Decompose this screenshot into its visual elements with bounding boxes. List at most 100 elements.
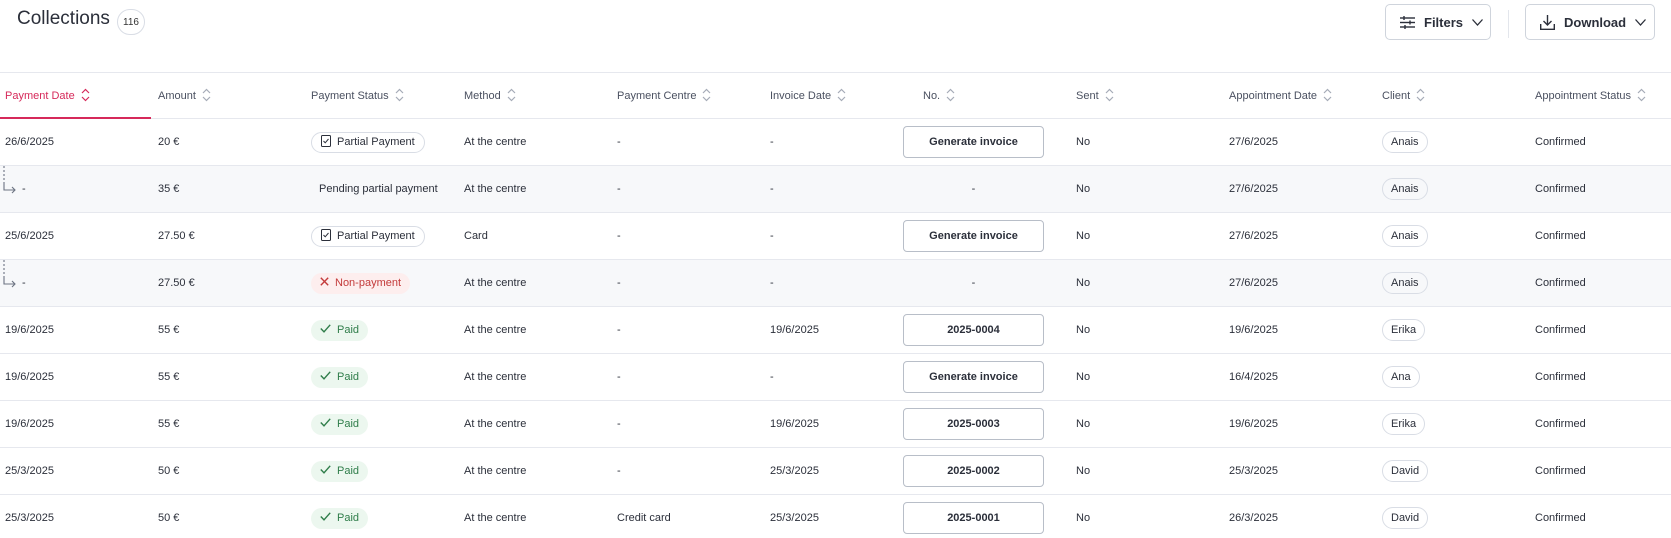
- invoice-number-button[interactable]: 2025-0002: [903, 455, 1044, 487]
- filters-label: Filters: [1424, 14, 1464, 30]
- column-header-label: Payment Date: [5, 90, 75, 102]
- page-title: Collections: [17, 8, 110, 29]
- column-header-sent[interactable]: Sent: [1076, 73, 1114, 119]
- cell-appointment-status: Confirmed: [1535, 307, 1586, 353]
- sort-icon: [1105, 88, 1114, 105]
- cell-centre: -: [617, 448, 621, 494]
- cell-appointment-date: 19/6/2025: [1229, 401, 1278, 447]
- client-chip[interactable]: Anais: [1382, 131, 1428, 153]
- appointment-status-value: Confirmed: [1535, 277, 1586, 289]
- cell-payment-date: 25/6/2025: [5, 213, 54, 259]
- table-row[interactable]: 19/6/2025 55 € Paid At the centre - - Generate…: [0, 354, 1671, 401]
- client-chip[interactable]: Erika: [1382, 413, 1426, 435]
- status-badge: Paid: [311, 460, 369, 482]
- column-header-appointment-date[interactable]: Appointment Date: [1229, 73, 1332, 119]
- cell-payment-date: 26/6/2025: [5, 119, 54, 165]
- status-label: Partial Payment: [337, 136, 415, 148]
- appointment-status-value: Confirmed: [1535, 371, 1586, 383]
- column-header-label: Client: [1382, 90, 1411, 102]
- sent-value: No: [1076, 136, 1091, 148]
- invoice-date-value: -: [770, 371, 774, 383]
- client-chip[interactable]: David: [1382, 460, 1429, 482]
- invoice-date-value: 25/3/2025: [770, 512, 819, 524]
- column-header-status[interactable]: Payment Status: [311, 73, 404, 119]
- sort-icon: [837, 88, 846, 105]
- sent-value: No: [1076, 371, 1091, 383]
- amount-value: 20 €: [158, 136, 180, 148]
- cell-method: At the centre: [464, 448, 526, 494]
- column-header-appointment-status[interactable]: Appointment Status: [1535, 73, 1646, 119]
- cell-centre: -: [617, 260, 621, 306]
- column-header-amount[interactable]: Amount: [158, 73, 211, 119]
- column-header-label: Invoice Date: [770, 90, 832, 102]
- method-value: At the centre: [464, 418, 527, 430]
- payment-date-value: 25/6/2025: [5, 230, 54, 242]
- sent-value: No: [1076, 418, 1091, 430]
- client-chip[interactable]: Anais: [1382, 178, 1428, 200]
- cell-appointment-date: 27/6/2025: [1229, 119, 1278, 165]
- cell-appointment-date: 27/6/2025: [1229, 260, 1278, 306]
- appointment-date-value: 27/6/2025: [1229, 136, 1278, 148]
- cell-method: At the centre: [464, 307, 526, 353]
- column-header-label: Payment Centre: [617, 90, 697, 102]
- filters-button[interactable]: Filters: [1385, 4, 1491, 40]
- table-row[interactable]: 25/3/2025 50 € Paid At the centre Credit car…: [0, 495, 1671, 538]
- invoice-number-button[interactable]: 2025-0001: [903, 502, 1044, 534]
- client-chip[interactable]: David: [1382, 507, 1429, 529]
- centre-value: -: [617, 371, 621, 383]
- column-header-no[interactable]: No.: [923, 73, 955, 119]
- table-row[interactable]: 26/6/2025 20 € Partial Payment At the centr…: [0, 119, 1671, 166]
- amount-value: 50 €: [158, 465, 180, 477]
- table-row[interactable]: 19/6/2025 55 € Paid At the centre - 19/6/2025…: [0, 401, 1671, 448]
- status-badge: Partial Payment: [311, 225, 425, 247]
- download-button[interactable]: Download: [1525, 4, 1655, 40]
- invoice-date-value: -: [770, 183, 774, 195]
- invoice-number: -: [971, 183, 976, 195]
- generate-invoice-button[interactable]: Generate invoice: [903, 220, 1044, 252]
- payment-date-value: -: [22, 277, 26, 289]
- centre-value: -: [617, 230, 621, 242]
- child-table-row[interactable]: - 27.50 € Non-payment At the centre - - - No 27/…: [0, 260, 1671, 307]
- table-row[interactable]: 25/3/2025 50 € Paid At the centre - 25/3/2025…: [0, 448, 1671, 495]
- appointment-date-value: 19/6/2025: [1229, 418, 1278, 430]
- appointment-date-value: 19/6/2025: [1229, 324, 1278, 336]
- column-header-label: Method: [464, 90, 501, 102]
- amount-value: 55 €: [158, 418, 180, 430]
- cell-centre: -: [617, 354, 621, 400]
- column-header-invoice-date[interactable]: Invoice Date: [770, 73, 846, 119]
- column-header-label: Sent: [1076, 90, 1099, 102]
- client-chip[interactable]: Erika: [1382, 319, 1426, 341]
- cell-client: Erika: [1382, 307, 1426, 353]
- cell-payment-date: -: [22, 166, 26, 212]
- collections-table: Payment Date Amount Payment Status Method Pa…: [0, 72, 1671, 538]
- invoice-number-button[interactable]: 2025-0004: [903, 314, 1044, 346]
- cell-payment-date: 25/3/2025: [5, 448, 54, 494]
- cell-method: Card: [464, 213, 488, 259]
- chevron-down-icon: [1635, 18, 1647, 26]
- cell-status: Pending partial payment: [311, 166, 438, 212]
- client-chip[interactable]: Anais: [1382, 225, 1428, 247]
- cell-amount: 27.50 €: [158, 260, 195, 306]
- column-header-client[interactable]: Client: [1382, 73, 1425, 119]
- invoice-number-button[interactable]: 2025-0003: [903, 408, 1044, 440]
- generate-invoice-button[interactable]: Generate invoice: [903, 361, 1044, 393]
- cell-appointment-date: 16/4/2025: [1229, 354, 1278, 400]
- client-chip[interactable]: Anais: [1382, 272, 1428, 294]
- cell-status: Paid: [311, 354, 369, 400]
- child-table-row[interactable]: - 35 € Pending partial payment At the centr…: [0, 166, 1671, 213]
- cell-appointment-status: Confirmed: [1535, 119, 1586, 165]
- appointment-date-value: 27/6/2025: [1229, 277, 1278, 289]
- cell-method: At the centre: [464, 166, 526, 212]
- table-row[interactable]: 25/6/2025 27.50 € Partial Payment Card - - Gen…: [0, 213, 1671, 260]
- table-row[interactable]: 19/6/2025 55 € Paid At the centre - 19/6/2025…: [0, 307, 1671, 354]
- check-icon: [320, 371, 331, 383]
- cell-invoice-date: -: [770, 260, 774, 306]
- generate-invoice-button[interactable]: Generate invoice: [903, 126, 1044, 158]
- cell-no: -: [903, 166, 1044, 212]
- column-header-payment-date[interactable]: Payment Date: [5, 73, 90, 119]
- sent-value: No: [1076, 183, 1091, 195]
- cell-method: At the centre: [464, 119, 526, 165]
- client-chip[interactable]: Ana: [1382, 366, 1420, 388]
- column-header-centre[interactable]: Payment Centre: [617, 73, 711, 119]
- column-header-method[interactable]: Method: [464, 73, 516, 119]
